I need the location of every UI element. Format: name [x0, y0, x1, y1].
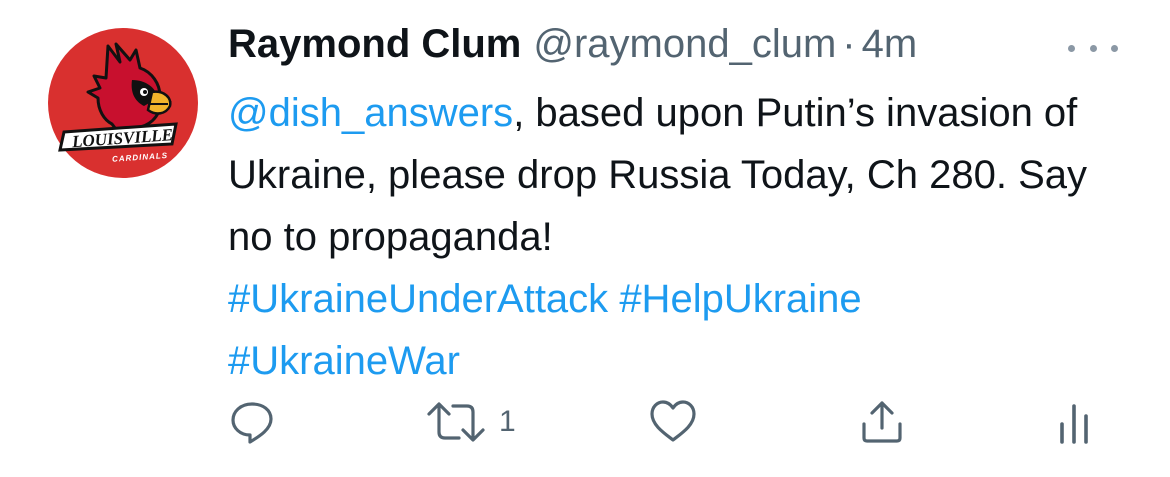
more-options-button[interactable] — [1068, 36, 1118, 60]
tweet-timestamp[interactable]: 4m — [862, 22, 918, 67]
share-icon — [862, 401, 902, 443]
share-button[interactable] — [858, 392, 906, 452]
hashtag-link[interactable]: #UkraineUnderAttack — [228, 277, 608, 321]
retweet-button[interactable]: 1 — [425, 392, 516, 452]
retweet-count: 1 — [499, 405, 516, 438]
tweet[interactable]: LOUISVILLE CARDINALS Raymond Clum @raymo… — [0, 0, 1170, 477]
more-icon-dot — [1111, 44, 1118, 52]
action-bar: 1 — [228, 392, 1108, 452]
tweet-header: Raymond Clum @raymond_clum · 4m — [228, 22, 917, 82]
analytics-button[interactable] — [1054, 392, 1094, 452]
heart-icon — [650, 400, 696, 442]
hashtag-link[interactable]: #UkraineWar — [228, 339, 460, 383]
author-handle[interactable]: @raymond_clum — [533, 22, 836, 67]
louisville-cardinals-logo: LOUISVILLE CARDINALS — [48, 28, 198, 178]
hashtag-link[interactable]: #HelpUkraine — [619, 277, 861, 321]
more-icon-dot — [1068, 44, 1075, 52]
tweet-text: @dish_answers, based upon Putin’s invasi… — [228, 82, 1133, 392]
retweet-icon — [427, 402, 485, 442]
header-separator: · — [842, 22, 856, 66]
avatar[interactable]: LOUISVILLE CARDINALS — [48, 28, 198, 178]
more-icon-dot — [1089, 44, 1097, 52]
mention-link[interactable]: @dish_answers — [228, 91, 513, 135]
reply-icon — [231, 402, 273, 444]
analytics-icon — [1060, 404, 1088, 444]
like-button[interactable] — [648, 392, 698, 452]
reply-button[interactable] — [228, 392, 276, 452]
author-display-name[interactable]: Raymond Clum — [228, 22, 521, 67]
